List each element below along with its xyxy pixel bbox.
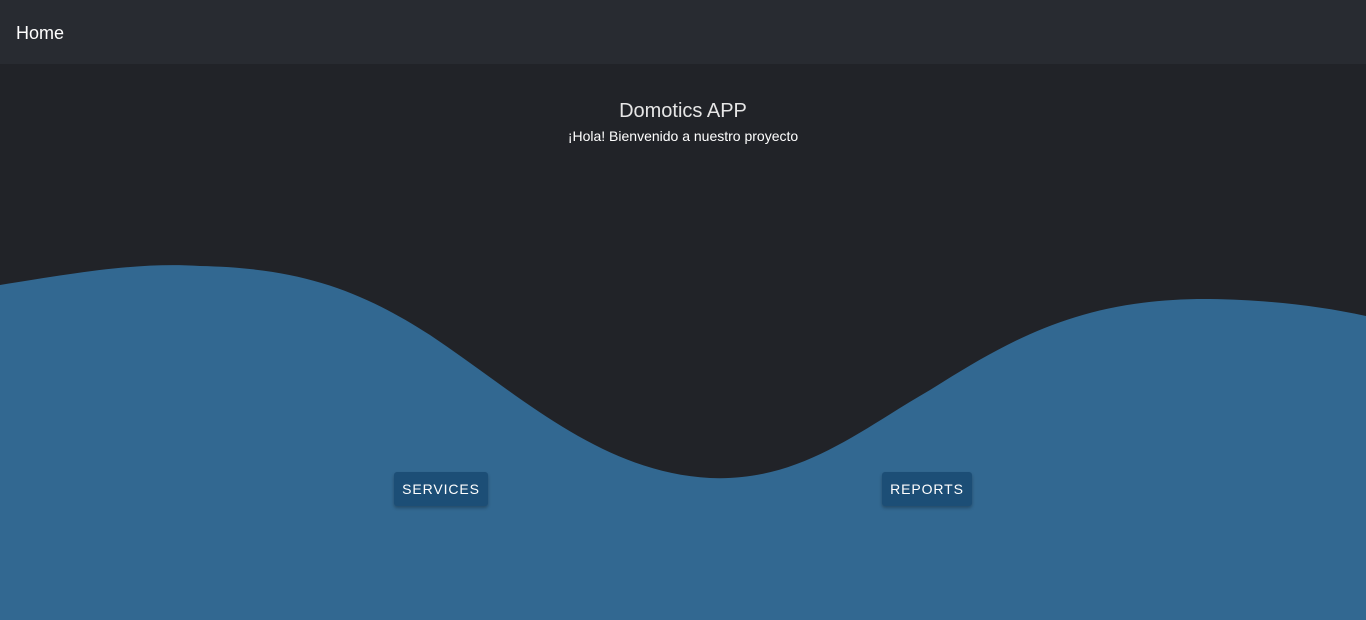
services-button[interactable]: SERVICES (394, 472, 488, 506)
wave-shape (0, 265, 1366, 620)
wave-background (0, 265, 1366, 620)
reports-button[interactable]: REPORTS (882, 472, 972, 506)
